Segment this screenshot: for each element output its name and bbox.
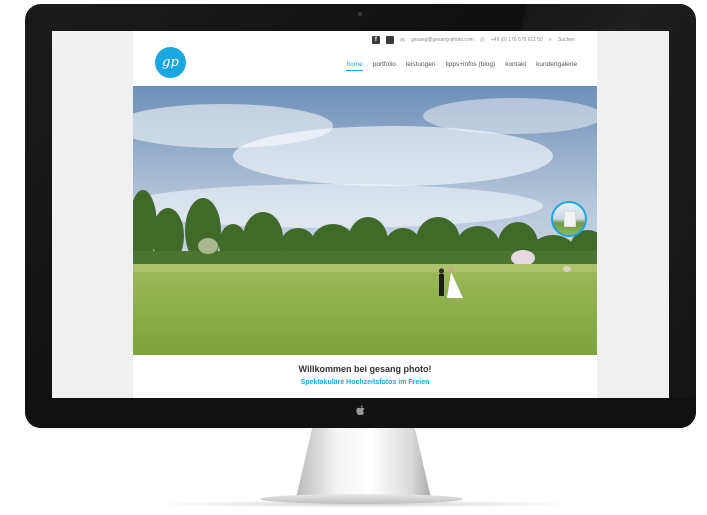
monitor-screen: f ✉ gesang@gesang-photo.com ✆ +49 (0) 17…: [52, 31, 669, 398]
monitor-stand: [296, 428, 431, 498]
website-page: f ✉ gesang@gesang-photo.com ✆ +49 (0) 17…: [133, 31, 597, 398]
hero-photo-illustration: [133, 86, 597, 355]
apple-logo-icon: [356, 405, 365, 416]
hero-image: [133, 86, 597, 355]
light-tree: [198, 238, 218, 254]
church-image: [565, 212, 575, 226]
cloud: [233, 126, 553, 186]
welcome-subtitle[interactable]: Spektakuläre Hochzeitsfotos im Freien: [133, 379, 597, 386]
site-logo[interactable]: gp: [155, 47, 186, 78]
phone-icon: ✆: [479, 37, 485, 44]
nav-item-kontakt[interactable]: kontakt: [505, 61, 526, 71]
nav-item-portfolio[interactable]: portfolio: [373, 61, 396, 71]
nav-item-kundengalerie[interactable]: kundengalerie: [536, 61, 577, 71]
nav-item-blog[interactable]: tipps+infos (blog): [446, 61, 496, 71]
contact-email[interactable]: gesang@gesang-photo.com: [411, 37, 474, 43]
contact-phone[interactable]: +49 (0) 176 576 611 50: [491, 37, 543, 43]
welcome-heading: Willkommen bei gesang photo!: [298, 364, 432, 374]
top-contact-bar: f ✉ gesang@gesang-photo.com ✆ +49 (0) 17…: [371, 34, 575, 46]
facebook-icon[interactable]: f: [371, 36, 380, 44]
nav-item-leistungen[interactable]: leistungen: [406, 61, 436, 71]
blossom-tree: [511, 250, 535, 266]
search-label[interactable]: Suchen: [558, 37, 575, 43]
monitor-stand-base: [260, 494, 463, 504]
envelope-icon: ✉: [399, 37, 405, 44]
main-navigation: home portfolio leistungen tipps+infos (b…: [346, 61, 577, 71]
meadow-haze: [133, 264, 597, 272]
search-icon[interactable]: ⌕: [549, 37, 552, 44]
social-share-icon[interactable]: [385, 36, 394, 44]
cloud: [423, 98, 597, 134]
meadow: [133, 264, 597, 355]
slider-thumbnail[interactable]: [551, 201, 587, 237]
nav-item-home[interactable]: home: [346, 61, 363, 71]
hay-bale: [563, 266, 571, 272]
camera-icon: [358, 12, 362, 16]
